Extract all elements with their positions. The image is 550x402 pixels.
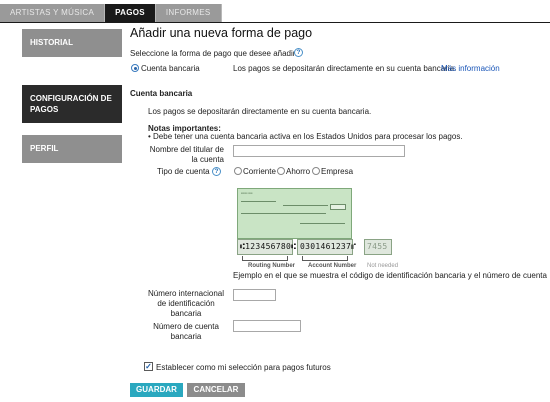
page-title: Añadir una nueva forma de pago xyxy=(130,26,313,40)
holder-name-input[interactable] xyxy=(233,145,405,157)
not-needed-caption: Not needed xyxy=(367,263,399,269)
account-number-label-line1: Número de cuenta xyxy=(153,322,219,331)
payment-method-description: Los pagos se depositarán directamente en… xyxy=(233,64,457,73)
cancel-button[interactable]: CANCELAR xyxy=(187,383,245,397)
iban-label-line1: Número internacional xyxy=(147,289,225,298)
routing-bracket xyxy=(242,256,288,261)
sidebar-item-label: HISTORIAL xyxy=(30,38,73,47)
section-title: Cuenta bancaria xyxy=(130,89,193,98)
check-line xyxy=(241,201,276,202)
routing-number-digits: ⑆123456780⑆ xyxy=(237,239,296,255)
iban-label-line3: bancaria xyxy=(170,309,202,318)
select-prompt: Seleccione la forma de pago que desee añ… xyxy=(130,49,298,58)
save-default-label: Establecer como mi selección para pagos … xyxy=(156,363,331,372)
check-amount-box xyxy=(330,204,346,210)
help-icon[interactable]: ? xyxy=(294,48,303,57)
sidebar-item-historial[interactable]: HISTORIAL xyxy=(22,29,122,57)
account-type-option-label: Ahorro xyxy=(286,167,311,176)
routing-number-caption: Routing Number xyxy=(248,263,295,269)
check-detail: ▪▪▪▪▪▪ ▪▪▪▪ xyxy=(241,191,253,195)
account-type-label: Tipo de cuenta xyxy=(157,167,210,176)
top-nav: ARTISTAS Y MÚSICA PAGOS INFORMES xyxy=(0,0,550,23)
account-number-caption: Account Number xyxy=(308,263,357,269)
sidebar-item-perfil[interactable]: PERFIL xyxy=(22,135,122,163)
save-button[interactable]: GUARDAR xyxy=(130,383,183,397)
note-text: Debe tener una cuenta bancaria activa en… xyxy=(153,132,463,141)
save-default-checkbox[interactable]: ✓ xyxy=(144,362,153,371)
check-example-caption: Ejemplo en el que se muestra el código d… xyxy=(233,271,547,280)
sidebar-item-label: PERFIL xyxy=(30,144,59,153)
account-type-radio-ahorro[interactable] xyxy=(277,167,285,175)
holder-name-label: Nombre del titular de la cuenta xyxy=(148,145,224,165)
payment-method-radio-cuenta-bancaria[interactable] xyxy=(131,64,139,72)
tab-artistas-y-musica[interactable]: ARTISTAS Y MÚSICA xyxy=(0,4,106,22)
account-number-digits: 0301461237⑈ xyxy=(297,239,356,255)
extra-digits: 7455 xyxy=(364,239,392,255)
account-number-label: Número de cuenta bancaria xyxy=(142,322,230,342)
tab-informes[interactable]: INFORMES xyxy=(155,4,222,22)
note-item: • Debe tener una cuenta bancaria activa … xyxy=(148,132,463,141)
check-line xyxy=(241,213,326,214)
iban-label-line2: de identificación xyxy=(157,299,215,308)
section-description: Los pagos se depositarán directamente en… xyxy=(148,107,372,116)
account-type-option-label: Corriente xyxy=(243,167,276,176)
iban-input[interactable] xyxy=(233,289,276,301)
tab-bar: ARTISTAS Y MÚSICA PAGOS INFORMES xyxy=(0,4,222,22)
payment-method-label: Cuenta bancaria xyxy=(141,64,200,73)
iban-label: Número internacional de identificación b… xyxy=(142,289,230,319)
sample-check-image: ▪▪▪▪▪▪ ▪▪▪▪ xyxy=(237,188,352,239)
account-type-radio-corriente[interactable] xyxy=(234,167,242,175)
more-info-link[interactable]: Más información xyxy=(441,64,500,73)
tab-pagos[interactable]: PAGOS xyxy=(105,4,156,22)
holder-name-label-line2: la cuenta xyxy=(191,155,224,164)
account-type-radio-empresa[interactable] xyxy=(312,167,320,175)
sidebar-item-label-line2: PAGOS xyxy=(30,105,59,114)
sidebar-item-configuracion-de-pagos[interactable]: CONFIGURACIÓN DE PAGOS xyxy=(22,85,122,123)
sidebar: HISTORIAL CONFIGURACIÓN DE PAGOS PERFIL xyxy=(22,23,122,402)
account-number-input[interactable] xyxy=(233,320,301,332)
account-number-label-line2: bancaria xyxy=(170,332,202,341)
holder-name-label-line1: Nombre del titular de xyxy=(149,145,224,154)
check-line xyxy=(300,223,345,224)
sidebar-item-label-line1: CONFIGURACIÓN DE xyxy=(30,94,112,103)
account-type-help-icon[interactable]: ? xyxy=(212,167,221,176)
account-bracket xyxy=(302,256,348,261)
account-type-option-label: Empresa xyxy=(321,167,354,176)
check-line xyxy=(283,205,328,206)
